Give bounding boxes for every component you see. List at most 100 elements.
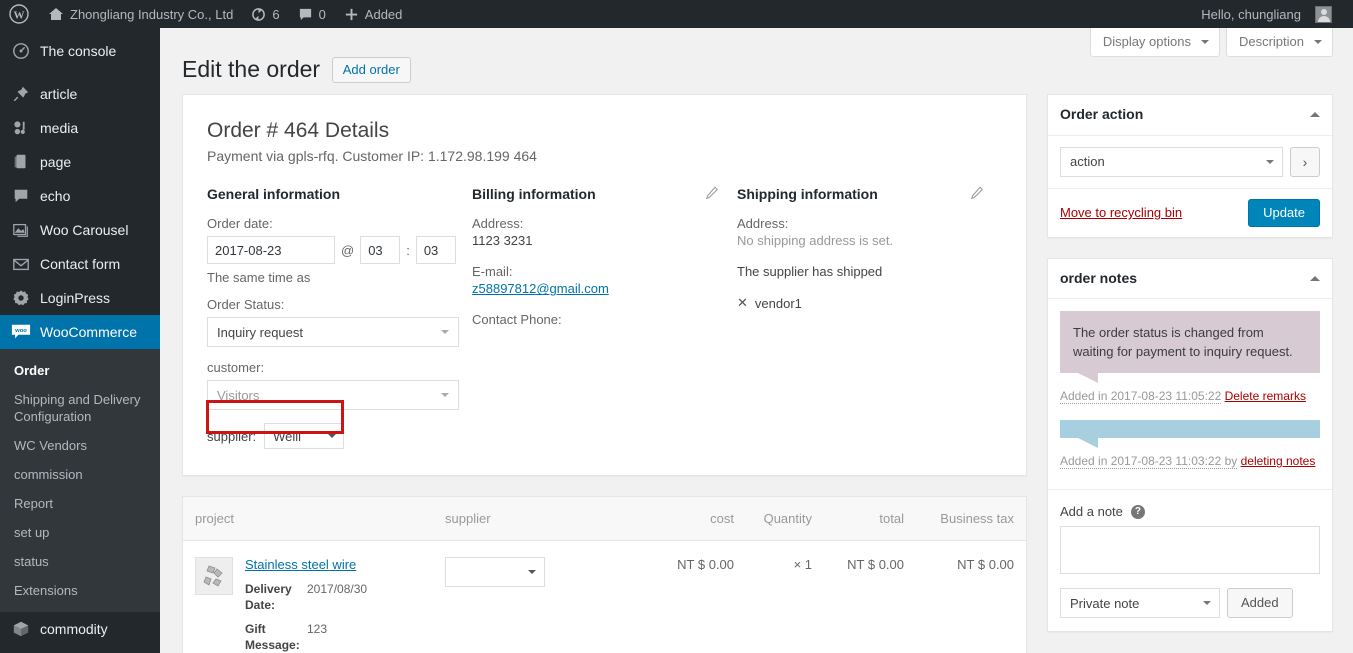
howdy-label: Hello, chungliang (1201, 6, 1301, 22)
page-icon (11, 152, 31, 172)
meta-value: 2017/08/30 (307, 582, 368, 597)
delete-note-link[interactable]: Delete remarks (1225, 389, 1306, 403)
shipping-address-value: No shipping address is set. (737, 233, 894, 249)
item-thumbnail-cell (183, 541, 233, 653)
order-status-label: Order Status: (207, 297, 285, 313)
sidebar-item-echo[interactable]: echo (0, 179, 160, 213)
sidebar-item-set-up[interactable]: set up (0, 518, 160, 547)
billing-email-link[interactable]: z58897812@gmail.com (472, 281, 609, 296)
sidebar-item-commission[interactable]: commission (0, 460, 160, 489)
svg-text:woo: woo (14, 328, 27, 334)
sidebar-item-contact-form[interactable]: Contact form (0, 247, 160, 281)
order-date-label: Order date: (207, 216, 273, 232)
new-content-menu[interactable]: Added (335, 0, 412, 28)
item-quantity-cell: × 1 (793, 557, 812, 573)
order-payment-meta: Payment via gpls-rfq. Customer IP: 1.172… (207, 148, 537, 165)
supplier-row: supplier: Weiii (207, 423, 472, 450)
sidebar-label: page (40, 154, 72, 170)
sidebar-item-extensions[interactable]: Extensions (0, 576, 160, 605)
comments-menu[interactable]: 0 (289, 0, 335, 28)
general-information-title: General information (207, 186, 341, 203)
sidebar-item-shipping-delivery-configuration[interactable]: Shipping and Delivery Configuration (0, 385, 160, 431)
item-total-cell: NT $ 0.00 (847, 557, 904, 573)
post-body-content: Order # 464 Details Payment via gpls-rfq… (182, 94, 1027, 653)
add-note-textarea[interactable] (1060, 526, 1320, 575)
sidebar-item-article[interactable]: article (0, 77, 160, 111)
sidebar-item-page[interactable]: page (0, 145, 160, 179)
shipping-information-title: Shipping information (737, 186, 878, 203)
sidebar-item-media[interactable]: media (0, 111, 160, 145)
help-icon[interactable]: ? (1130, 504, 1145, 519)
sidebar-label: WooCommerce (40, 324, 137, 340)
sidebar-label: commodity (40, 621, 108, 637)
order-date-input[interactable] (207, 236, 335, 265)
media-icon (11, 118, 31, 138)
customer-select[interactable]: Visitors (207, 380, 459, 411)
move-to-trash-link[interactable]: Move to recycling bin (1060, 205, 1182, 220)
my-account-menu[interactable]: Hello, chungliang (1192, 0, 1341, 28)
sidebar-item-report[interactable]: Report (0, 489, 160, 518)
edit-billing-pencil-icon[interactable] (705, 186, 719, 200)
sidebar-item-status[interactable]: status (0, 547, 160, 576)
wordpress-logo-menu[interactable]: W (0, 0, 39, 28)
close-icon[interactable]: ✕ (737, 295, 748, 311)
comments-count: 0 (318, 6, 326, 22)
sidebar-item-woo-carousel[interactable]: Woo Carousel (0, 213, 160, 247)
meta-key: Gift Message: (245, 622, 300, 653)
update-button[interactable]: Update (1248, 198, 1320, 227)
same-time-as-text: The same time as (207, 270, 311, 286)
sidebar-item-the-console[interactable]: The console (0, 34, 160, 68)
shipping-information-header: Shipping information (737, 186, 1002, 202)
chevron-down-icon (1266, 159, 1274, 168)
description-label: Description (1238, 34, 1304, 49)
sidebar-item-order[interactable]: Order (0, 356, 160, 385)
updates-menu[interactable]: 6 (242, 0, 288, 28)
sidebar-label: echo (40, 188, 71, 204)
admin-bar: W Zhongliang Industry Co., Ltd 6 0 Added… (0, 0, 1353, 28)
billing-information-column: Billing information Address: 1123 3231 E… (472, 186, 737, 449)
order-notes-header: order notes (1048, 259, 1332, 300)
delete-note-link[interactable]: deleting notes (1241, 454, 1316, 468)
note-type-value: Private note (1070, 595, 1140, 611)
sidebar-label: media (40, 120, 79, 136)
supplier-label: supplier: (207, 428, 257, 444)
column-header-total: total (824, 497, 916, 542)
supplier-select[interactable]: Weiii (264, 423, 345, 450)
order-action-select[interactable]: action (1060, 146, 1283, 177)
order-status-select[interactable]: Inquiry request (207, 317, 459, 348)
item-supplier-select[interactable] (445, 557, 545, 588)
billing-phone-label: Contact Phone: (472, 312, 562, 328)
apply-action-button[interactable]: › (1290, 146, 1320, 177)
sidebar-item-commodity[interactable]: commodity (0, 612, 160, 646)
add-order-button[interactable]: Add order (331, 57, 411, 83)
add-note-button[interactable]: Added (1227, 588, 1293, 619)
sidebar-item-woocommerce[interactable]: woo WooCommerce (0, 315, 168, 349)
general-information-column: General information Order date: @ : The … (207, 186, 472, 450)
order-minute-input[interactable] (415, 236, 456, 265)
svg-text:W: W (14, 10, 25, 22)
admin-sidebar-menu: The console article media page echo Woo … (0, 28, 168, 653)
product-thumbnail-icon (195, 557, 233, 596)
plus-icon (344, 7, 359, 22)
item-name-link[interactable]: Stainless steel wire (245, 557, 356, 572)
note-type-select[interactable]: Private note (1060, 588, 1220, 619)
table-header-row: project supplier cost Quantity total Bus… (183, 497, 1026, 542)
edit-shipping-pencil-icon[interactable] (970, 186, 984, 200)
chevron-up-icon[interactable] (1310, 271, 1320, 281)
chevron-down-icon (1314, 40, 1322, 48)
display-options-button[interactable]: Display options (1089, 28, 1220, 57)
order-action-header: Order action (1048, 95, 1332, 136)
order-items-table: project supplier cost Quantity total Bus… (183, 497, 1026, 653)
sidebar-label: The console (40, 43, 117, 59)
order-hour-input[interactable] (360, 236, 401, 265)
at-sign: @ (341, 242, 355, 258)
sidebar-item-wc-vendors[interactable]: WC Vendors (0, 431, 160, 460)
column-header-cost: cost (613, 497, 746, 542)
site-name-menu[interactable]: Zhongliang Industry Co., Ltd (39, 0, 242, 28)
description-button[interactable]: Description (1225, 28, 1333, 57)
sidebar-item-loginpress[interactable]: LoginPress (0, 281, 160, 315)
column-header-business-tax: Business tax (916, 497, 1026, 542)
order-action-body: action › (1048, 136, 1332, 189)
chevron-up-icon[interactable] (1310, 107, 1320, 118)
dashboard-icon (11, 41, 31, 61)
